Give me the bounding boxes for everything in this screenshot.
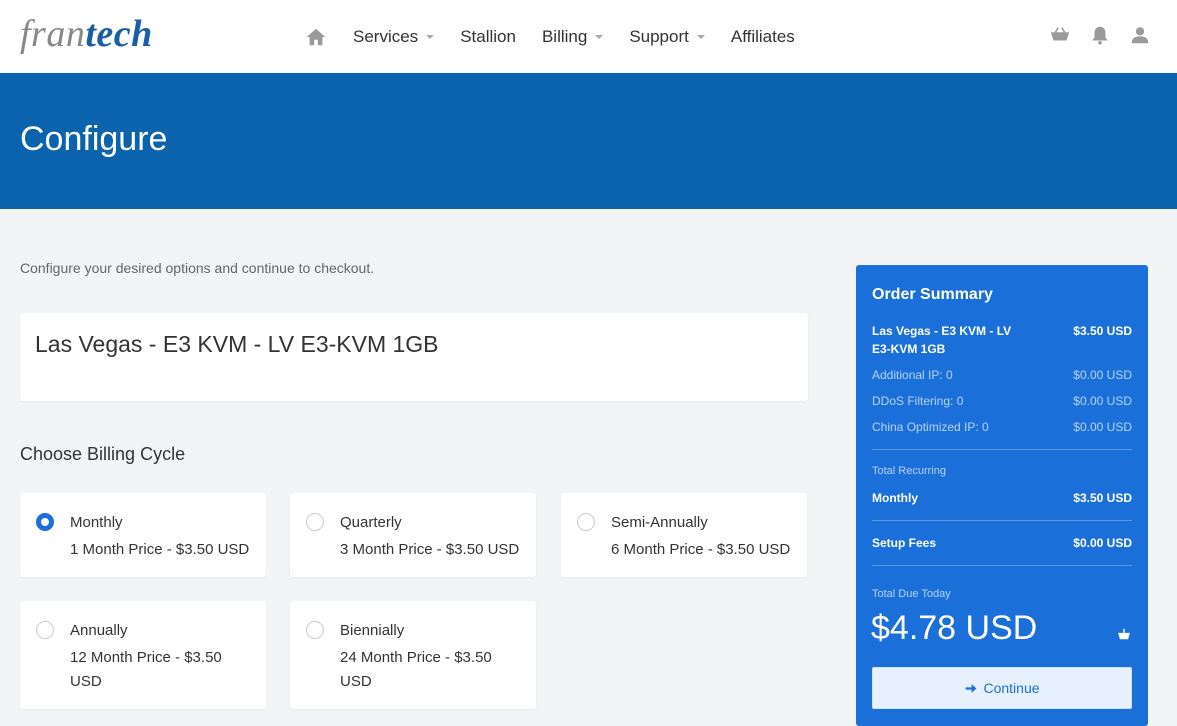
radio-monthly[interactable] xyxy=(36,513,54,531)
arrow-right-icon xyxy=(966,683,977,693)
radio-biennially[interactable] xyxy=(306,621,324,639)
caret-down-icon xyxy=(595,34,604,39)
user-icon[interactable] xyxy=(1129,24,1151,46)
page-banner: Configure xyxy=(0,73,1177,209)
setup-fees-label: Setup Fees xyxy=(872,536,937,550)
product-name: Las Vegas - E3 KVM - LV E3-KVM 1GB xyxy=(35,331,439,357)
header-icons xyxy=(1031,24,1151,46)
cycle-label: Monthly xyxy=(70,514,123,531)
nav-services[interactable]: Services xyxy=(353,27,435,47)
summary-line-value: $3.50 USD xyxy=(1073,324,1132,338)
divider xyxy=(872,565,1132,566)
setup-fees-value: $0.00 USD xyxy=(1073,536,1132,550)
bell-icon[interactable] xyxy=(1089,24,1111,46)
summary-line-value: $0.00 USD xyxy=(1073,368,1132,382)
frantech-logo[interactable]: frantech xyxy=(20,12,153,56)
summary-line-value: $0.00 USD xyxy=(1073,420,1132,434)
cycle-price: 3 Month Price - $3.50 USD xyxy=(340,541,520,558)
summary-line-label: Las Vegas - E3 KVM - LV E3-KVM 1GB xyxy=(872,324,1012,356)
caret-down-icon xyxy=(426,34,435,39)
cycle-price: 24 Month Price - $3.50 USD xyxy=(340,649,492,690)
summary-line-value: $0.00 USD xyxy=(1073,394,1132,408)
summary-line-label: Additional IP: 0 xyxy=(872,368,953,382)
nav-support[interactable]: Support xyxy=(629,27,705,47)
continue-label: Continue xyxy=(983,680,1040,696)
summary-line-label: DDoS Filtering: 0 xyxy=(872,394,964,408)
cart-icon[interactable] xyxy=(1049,24,1071,46)
total-due-amount: $4.78 USD xyxy=(871,609,1038,647)
total-recurring-label: Total Recurring xyxy=(872,465,946,477)
cycle-price: 1 Month Price - $3.50 USD xyxy=(70,541,250,558)
caret-down-icon xyxy=(696,34,705,39)
total-due-label: Total Due Today xyxy=(872,588,951,600)
cycle-label: Biennially xyxy=(340,622,405,639)
cycle-label: Annually xyxy=(70,622,128,639)
cycle-label: Semi-Annually xyxy=(611,514,708,531)
cycle-option-quarterly[interactable]: Quarterly 3 Month Price - $3.50 USD xyxy=(290,493,536,577)
recurring-value: $3.50 USD xyxy=(1073,491,1132,505)
radio-quarterly[interactable] xyxy=(306,513,324,531)
radio-semi-annually[interactable] xyxy=(577,513,595,531)
product-card: Las Vegas - E3 KVM - LV E3-KVM 1GB xyxy=(20,313,808,401)
nav-billing[interactable]: Billing xyxy=(542,27,604,47)
order-summary-title: Order Summary xyxy=(872,286,993,303)
cycle-price: 12 Month Price - $3.50 USD xyxy=(70,649,222,690)
intro-text: Configure your desired options and conti… xyxy=(20,260,375,276)
cycle-option-annually[interactable]: Annually 12 Month Price - $3.50 USD xyxy=(20,601,266,709)
billing-cycle-title: Choose Billing Cycle xyxy=(20,444,186,464)
continue-button[interactable]: Continue xyxy=(872,667,1132,709)
divider xyxy=(872,449,1132,450)
cycle-label: Quarterly xyxy=(340,514,402,531)
top-navbar: frantech Services Stallion Billing Suppo… xyxy=(0,0,1177,73)
radio-annually[interactable] xyxy=(36,621,54,639)
nav-affiliates[interactable]: Affiliates xyxy=(731,27,795,47)
cycle-price: 6 Month Price - $3.50 USD xyxy=(611,541,791,558)
page-title: Configure xyxy=(20,120,168,158)
nav-stallion[interactable]: Stallion xyxy=(460,27,516,47)
cycle-option-biennially[interactable]: Biennially 24 Month Price - $3.50 USD xyxy=(290,601,536,709)
cycle-option-monthly[interactable]: Monthly 1 Month Price - $3.50 USD xyxy=(20,493,266,577)
recurring-label: Monthly xyxy=(872,491,918,505)
cart-icon xyxy=(1118,628,1130,640)
home-icon[interactable] xyxy=(305,26,327,48)
order-summary-panel: Order Summary Las Vegas - E3 KVM - LV E3… xyxy=(856,265,1148,726)
divider xyxy=(872,520,1132,521)
main-nav: Services Stallion Billing Support Affili… xyxy=(305,0,821,73)
summary-line-label: China Optimized IP: 0 xyxy=(872,420,989,434)
cycle-option-semi-annually[interactable]: Semi-Annually 6 Month Price - $3.50 USD xyxy=(561,493,807,577)
